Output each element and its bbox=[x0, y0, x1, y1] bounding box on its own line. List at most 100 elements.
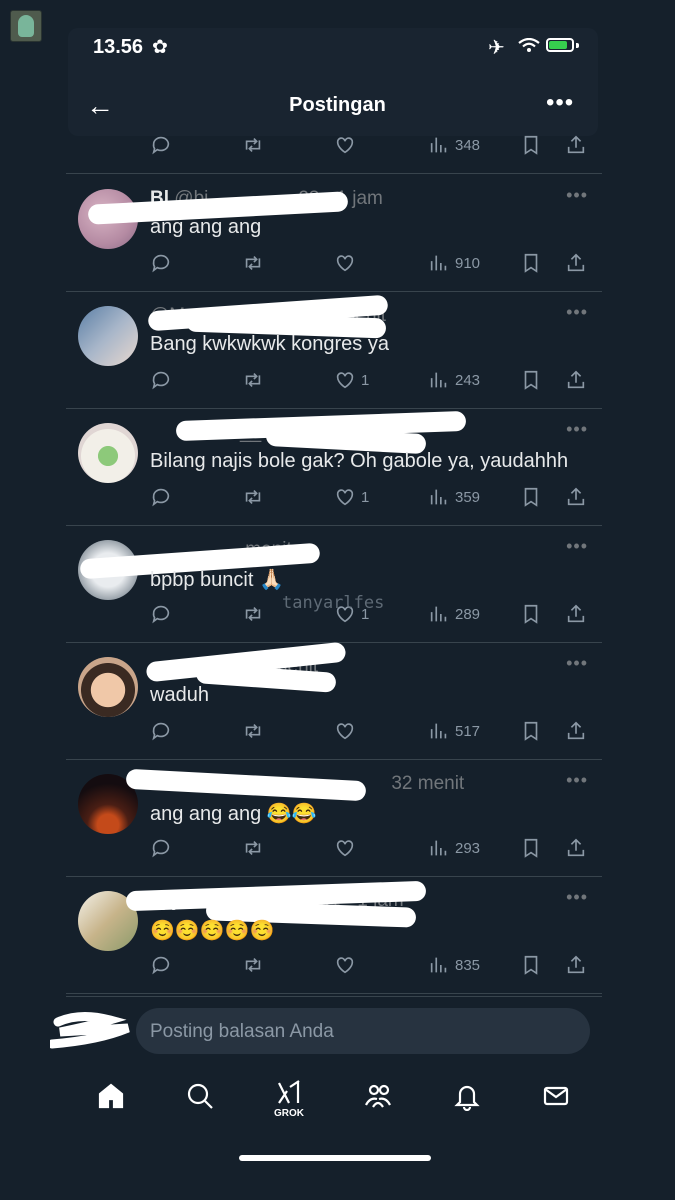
repost-icon[interactable] bbox=[242, 367, 264, 393]
post-actions: 293 bbox=[150, 835, 600, 861]
airplane-mode-icon: ✈ bbox=[488, 37, 505, 59]
like-icon[interactable] bbox=[334, 132, 356, 158]
reply-icon[interactable] bbox=[150, 952, 172, 978]
share-icon[interactable] bbox=[565, 484, 587, 510]
repost-icon[interactable] bbox=[242, 250, 264, 276]
views-icon[interactable]: 293 bbox=[428, 835, 480, 861]
views-count: 359 bbox=[455, 488, 481, 506]
grok-label: GROK bbox=[274, 1108, 304, 1119]
post-text: ang ang ang 😂😂 bbox=[150, 803, 317, 825]
post[interactable]: @Mon · 31 menit•••Bang kwkwkwk kongres y… bbox=[66, 291, 602, 409]
share-icon[interactable] bbox=[565, 601, 587, 627]
share-icon[interactable] bbox=[565, 250, 587, 276]
bookmark-icon[interactable] bbox=[520, 250, 542, 276]
share-icon[interactable] bbox=[565, 835, 587, 861]
bookmark-icon[interactable] bbox=[520, 601, 542, 627]
bookmark-icon[interactable] bbox=[520, 952, 542, 978]
reply-icon[interactable] bbox=[150, 601, 172, 627]
share-icon[interactable] bbox=[565, 367, 587, 393]
home-icon bbox=[98, 1083, 124, 1109]
mail-icon bbox=[543, 1086, 569, 1106]
repost-icon[interactable] bbox=[242, 952, 264, 978]
like-count: 1 bbox=[361, 371, 370, 389]
views-icon[interactable]: 517 bbox=[428, 718, 480, 744]
reply-icon[interactable] bbox=[150, 484, 172, 510]
post-text: bpbp buncit 🙏🏻 bbox=[150, 569, 284, 591]
more-options-icon[interactable]: ••• bbox=[546, 89, 574, 117]
wifi-icon bbox=[518, 38, 540, 52]
communities-icon bbox=[365, 1084, 391, 1108]
repost-icon[interactable] bbox=[242, 601, 264, 627]
avatar[interactable] bbox=[78, 657, 138, 717]
reply-icon[interactable] bbox=[150, 367, 172, 393]
like-icon[interactable]: 1 bbox=[334, 367, 369, 393]
post[interactable]: ayy 332481 · 1 jam•••☺️☺️☺️☺️☺️835 bbox=[66, 876, 602, 994]
bookmark-icon[interactable] bbox=[520, 484, 542, 510]
bookmark-icon[interactable] bbox=[520, 718, 542, 744]
tab-search[interactable] bbox=[180, 1076, 220, 1116]
reply-icon[interactable] bbox=[150, 718, 172, 744]
post[interactable]: menit•••bpbp buncit 🙏🏻1289 bbox=[66, 525, 602, 643]
repost-icon[interactable] bbox=[242, 484, 264, 510]
like-icon[interactable] bbox=[334, 718, 356, 744]
post[interactable]: tralatrili @byunn 32 menit•••ang ang ang… bbox=[66, 759, 602, 877]
bookmark-icon[interactable] bbox=[520, 132, 542, 158]
views-count: 835 bbox=[455, 956, 481, 974]
reply-icon[interactable] bbox=[150, 132, 172, 158]
views-count: 289 bbox=[455, 605, 481, 623]
repost-icon[interactable] bbox=[242, 718, 264, 744]
reply-icon[interactable] bbox=[150, 835, 172, 861]
views-icon[interactable]: 243 bbox=[428, 367, 480, 393]
tab-communities[interactable] bbox=[358, 1076, 398, 1116]
share-icon[interactable] bbox=[565, 132, 587, 158]
post[interactable]: Bl @bi23 · 1 jam•••ang ang ang910 bbox=[66, 174, 602, 292]
post-actions: 1 359 bbox=[150, 484, 600, 510]
home-indicator bbox=[239, 1155, 431, 1161]
views-icon[interactable]: 910 bbox=[428, 250, 480, 276]
repost-icon[interactable] bbox=[242, 132, 264, 158]
app-corner-icon bbox=[10, 10, 42, 42]
post-more-icon[interactable]: ••• bbox=[566, 770, 588, 791]
views-count: 243 bbox=[455, 371, 481, 389]
like-icon[interactable]: 1 bbox=[334, 484, 369, 510]
post-more-icon[interactable]: ••• bbox=[566, 185, 588, 206]
like-icon[interactable] bbox=[334, 835, 356, 861]
post-more-icon[interactable]: ••• bbox=[566, 419, 588, 440]
post-actions: 1 243 bbox=[150, 367, 600, 393]
views-icon[interactable]: 835 bbox=[428, 952, 480, 978]
tab-grok[interactable] bbox=[269, 1072, 309, 1112]
tab-notifications[interactable] bbox=[447, 1076, 487, 1116]
bookmark-icon[interactable] bbox=[520, 835, 542, 861]
tab-home[interactable] bbox=[91, 1076, 131, 1116]
views-icon[interactable]: 289 bbox=[428, 601, 480, 627]
reply-icon[interactable] bbox=[150, 250, 172, 276]
share-icon[interactable] bbox=[565, 718, 587, 744]
tab-messages[interactable] bbox=[536, 1076, 576, 1116]
post-more-icon[interactable]: ••• bbox=[566, 536, 588, 557]
avatar[interactable] bbox=[78, 423, 138, 483]
like-icon[interactable] bbox=[334, 250, 356, 276]
post-more-icon[interactable]: ••• bbox=[566, 653, 588, 674]
views-icon[interactable]: 359 bbox=[428, 484, 480, 510]
bookmark-icon[interactable] bbox=[520, 367, 542, 393]
views-count: 348 bbox=[455, 136, 481, 154]
avatar[interactable] bbox=[78, 306, 138, 366]
reply-placeholder: Posting balasan Anda bbox=[150, 1021, 334, 1042]
post-text: Bilang najis bole gak? Oh gabole ya, yau… bbox=[150, 450, 569, 472]
repost-icon[interactable] bbox=[242, 835, 264, 861]
post[interactable]: 45 menit•••waduh517 bbox=[66, 641, 602, 760]
focus-flower-icon: ✿ bbox=[152, 37, 168, 58]
post-text: waduh bbox=[150, 684, 209, 706]
like-count: 1 bbox=[361, 488, 370, 506]
views-icon[interactable]: 348 bbox=[428, 132, 480, 158]
post-more-icon[interactable]: ••• bbox=[566, 887, 588, 908]
status-time: 13.56 bbox=[93, 36, 144, 58]
divider bbox=[66, 996, 602, 997]
post-actions: 910 bbox=[150, 250, 600, 276]
views-count: 910 bbox=[455, 254, 481, 272]
post-more-icon[interactable]: ••• bbox=[566, 302, 588, 323]
post-text: ang ang ang bbox=[150, 216, 262, 238]
like-icon[interactable] bbox=[334, 952, 356, 978]
post[interactable]: __ · 36 menit•••Bilang najis bole gak? O… bbox=[66, 408, 602, 526]
share-icon[interactable] bbox=[565, 952, 587, 978]
